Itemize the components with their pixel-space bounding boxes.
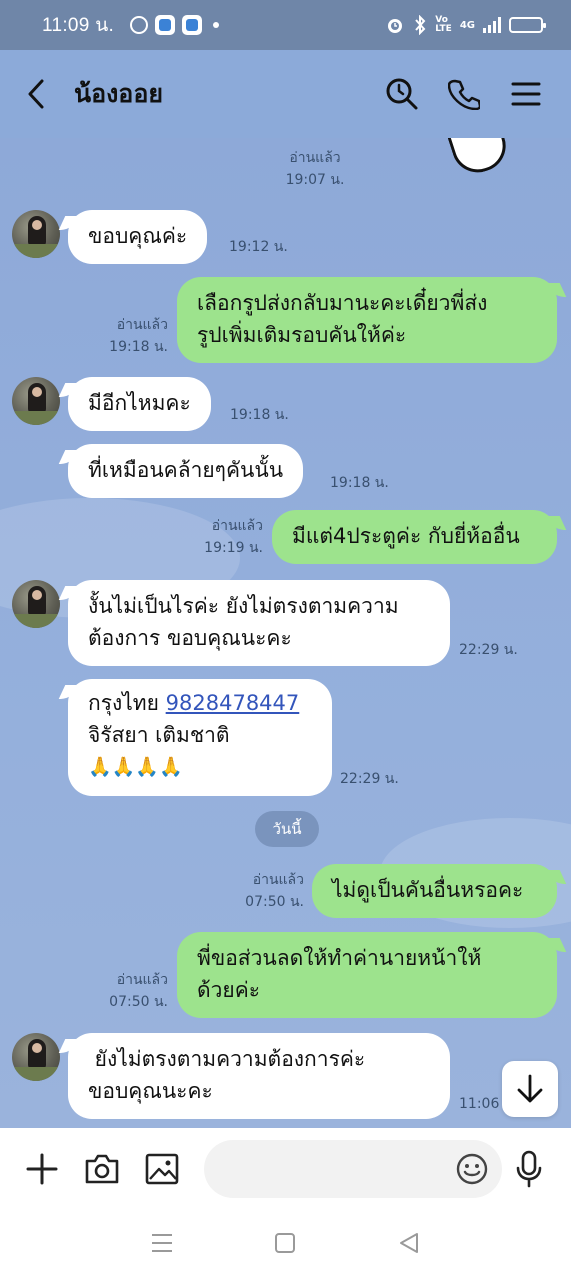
message-bubble[interactable]: มีอีกไหมคะ bbox=[68, 377, 211, 431]
emoji-button[interactable] bbox=[456, 1153, 488, 1190]
chat-header: น้องออย bbox=[0, 50, 571, 138]
app-notification-icon bbox=[182, 15, 203, 35]
search-icon bbox=[386, 78, 418, 110]
message-bubble[interactable]: พี่ขอส่วนลดให้ทำค่านายหน้าให้ ด้วยค่ะ bbox=[177, 932, 557, 1018]
system-navigation-bar bbox=[0, 1210, 571, 1280]
sticker-image[interactable] bbox=[445, 138, 513, 180]
gallery-button[interactable] bbox=[142, 1149, 182, 1189]
read-receipt: อ่านแล้ว 19:07 น. bbox=[285, 150, 345, 188]
emoji-text: 🙏🙏🙏🙏 bbox=[88, 756, 183, 778]
scroll-to-bottom-button[interactable] bbox=[502, 1061, 558, 1117]
read-receipt: อ่านแล้ว 19:18 น. bbox=[109, 317, 168, 355]
add-button[interactable] bbox=[22, 1149, 62, 1189]
alarm-icon bbox=[388, 19, 403, 33]
back-icon bbox=[28, 79, 44, 109]
avatar[interactable] bbox=[12, 580, 60, 628]
nav-home-button[interactable] bbox=[274, 1232, 296, 1258]
message-bubble[interactable]: มีแต่4ประตูค่ะ กับยี่ห้ออื่น bbox=[272, 510, 557, 564]
avatar[interactable] bbox=[12, 1033, 60, 1081]
nav-back-icon bbox=[400, 1233, 419, 1253]
message-bubble[interactable]: งั้นไม่เป็นไรค่ะ ยังไม่ตรงตามความ ต้องกา… bbox=[68, 580, 450, 666]
message-bubble[interactable]: ที่เหมือนคล้ายๆคันนั้น bbox=[68, 444, 304, 498]
camera-icon bbox=[85, 1154, 119, 1184]
phone-icon bbox=[448, 79, 480, 110]
avatar[interactable] bbox=[12, 377, 60, 425]
chat-title: น้องออย bbox=[74, 79, 163, 108]
volte-icon: Vo LTE bbox=[435, 15, 452, 34]
message-time: 22:29 น. bbox=[459, 642, 518, 658]
network-type: 4G bbox=[459, 19, 475, 31]
signal-icon bbox=[483, 17, 501, 33]
menu-icon bbox=[511, 82, 541, 106]
read-receipt: อ่านแล้ว 19:19 น. bbox=[204, 518, 263, 556]
message-time: 19:18 น. bbox=[230, 407, 289, 423]
mic-icon bbox=[516, 1150, 542, 1188]
message-bubble[interactable]: กรุงไทย 9828478447 จิรัสยา เติมชาติ 🙏🙏🙏🙏 bbox=[68, 679, 332, 796]
message-time: 19:12 น. bbox=[229, 239, 288, 255]
status-bar: 11:09 น. Vo LTE 4G bbox=[0, 0, 571, 50]
emoji-icon bbox=[456, 1153, 488, 1185]
image-icon bbox=[145, 1153, 179, 1185]
date-divider: วันนี้ bbox=[255, 811, 319, 847]
notification-icons bbox=[130, 15, 220, 35]
message-input[interactable] bbox=[204, 1140, 502, 1198]
nav-back-button[interactable] bbox=[398, 1232, 420, 1258]
voice-button[interactable] bbox=[509, 1149, 549, 1189]
avatar[interactable] bbox=[12, 210, 60, 258]
message-time: 19:18 น. bbox=[330, 475, 389, 491]
chat-area[interactable]: อ่านแล้ว 19:07 น. ขอบคุณค่ะ 19:12 น. อ่า… bbox=[0, 138, 571, 1128]
account-number-link[interactable]: 9828478447 bbox=[166, 691, 300, 715]
message-time: 22:29 น. bbox=[340, 771, 399, 787]
nav-recent-button[interactable] bbox=[151, 1233, 173, 1257]
messenger-icon bbox=[130, 16, 149, 34]
more-notifications-icon bbox=[213, 22, 220, 28]
plus-icon bbox=[26, 1153, 58, 1185]
message-bubble[interactable]: ยังไม่ตรงตามความต้องการค่ะ ขอบคุณนะคะ bbox=[68, 1033, 450, 1119]
message-bubble[interactable]: ขอบคุณค่ะ bbox=[68, 210, 208, 264]
search-button[interactable] bbox=[383, 75, 421, 113]
app-notification-icon bbox=[155, 15, 176, 35]
status-time: 11:09 น. bbox=[42, 15, 115, 36]
call-button[interactable] bbox=[445, 75, 483, 113]
camera-button[interactable] bbox=[82, 1149, 122, 1189]
arrow-down-icon bbox=[517, 1074, 543, 1103]
nav-recent-icon bbox=[151, 1234, 172, 1252]
read-receipt: อ่านแล้ว 07:50 น. bbox=[109, 972, 168, 1010]
bluetooth-icon bbox=[415, 15, 426, 35]
nav-home-icon bbox=[275, 1233, 296, 1253]
message-time: 11:06 bbox=[459, 1096, 500, 1112]
menu-button[interactable] bbox=[507, 75, 545, 113]
read-receipt: อ่านแล้ว 07:50 น. bbox=[245, 872, 304, 910]
back-button[interactable] bbox=[26, 74, 60, 114]
battery-icon bbox=[509, 17, 546, 33]
message-bubble[interactable]: เลือกรูปส่งกลับมานะคะเดี๋ยวพี่ส่ง รูปเพิ… bbox=[177, 277, 557, 363]
message-bubble[interactable]: ไม่ดูเป็นคันอื่นหรอคะ bbox=[312, 864, 557, 918]
message-input-bar bbox=[0, 1128, 571, 1210]
status-indicators: Vo LTE 4G bbox=[385, 15, 546, 35]
